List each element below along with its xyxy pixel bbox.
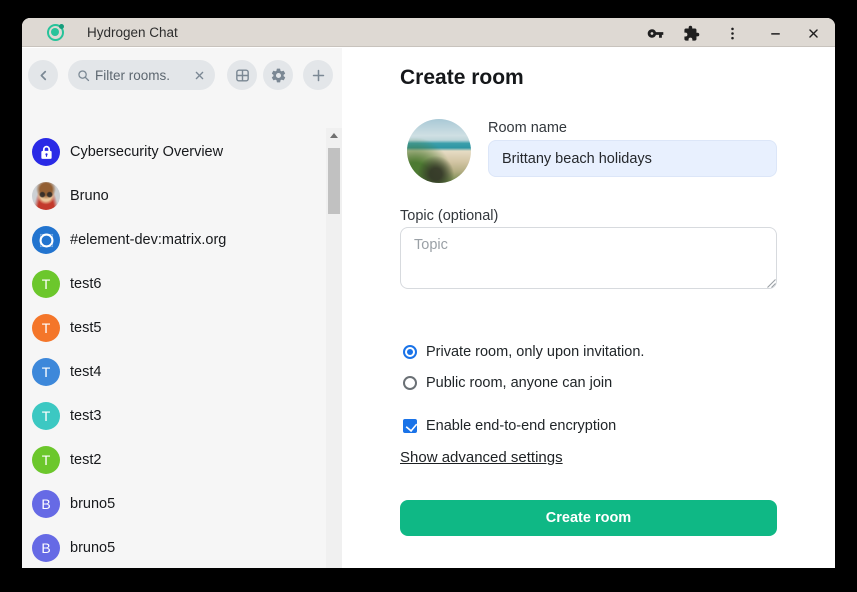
resize-handle-icon[interactable] (766, 278, 776, 288)
scrollbar-thumb[interactable] (328, 148, 340, 214)
element-logo-icon (37, 231, 56, 250)
create-room-plus-icon[interactable] (303, 60, 333, 90)
room-list-item[interactable]: #element-dev:matrix.org (22, 218, 326, 262)
create-room-button[interactable]: Create room (400, 500, 777, 536)
room-initial-avatar: T (32, 446, 60, 474)
room-name-label: test4 (70, 364, 101, 380)
room-name-label: test2 (70, 452, 101, 468)
room-name-label: Cybersecurity Overview (70, 144, 223, 160)
room-list-item[interactable]: Ttest5 (22, 306, 326, 350)
room-list-scrollbar[interactable] (326, 128, 342, 568)
extensions-puzzle-icon[interactable] (679, 21, 703, 45)
close-button[interactable] (801, 21, 825, 45)
room-initial-avatar: T (32, 402, 60, 430)
radio-private-room[interactable]: Private room, only upon invitation. (403, 344, 644, 360)
element-avatar (32, 226, 60, 254)
lock-icon (37, 143, 56, 162)
topic-textarea[interactable] (400, 227, 777, 289)
settings-gear-icon[interactable] (263, 60, 293, 90)
create-room-panel: Create room Room name Topic (optional) P… (342, 48, 835, 568)
room-list-item[interactable]: Ttest3 (22, 394, 326, 438)
filter-rooms-field[interactable] (68, 60, 215, 90)
filter-rooms-input[interactable] (91, 68, 192, 83)
room-list-item[interactable]: Cybersecurity Overview (22, 130, 326, 174)
room-list-item[interactable]: Bbruno5 (22, 482, 326, 526)
scroll-up-icon[interactable] (326, 128, 342, 142)
room-avatar-picker[interactable] (407, 119, 471, 183)
room-name-label: test5 (70, 320, 101, 336)
browser-menu-icon[interactable] (720, 21, 744, 45)
checkbox-icon[interactable] (403, 419, 417, 433)
page-title: Create room (400, 66, 524, 90)
room-list: Cybersecurity Overview Bruno #element-dev:… (22, 130, 326, 568)
titlebar: Hydrogen Chat (22, 18, 835, 47)
password-key-icon[interactable] (643, 21, 667, 45)
room-name-input[interactable] (488, 140, 777, 177)
room-initial-avatar: B (32, 490, 60, 518)
room-list-item[interactable]: Bruno (22, 174, 326, 218)
window-title: Hydrogen Chat (87, 18, 178, 47)
room-name-label: Room name (488, 120, 567, 136)
room-name-label: Bruno (70, 188, 109, 204)
encryption-label: Enable end-to-end encryption (426, 418, 616, 434)
topic-label: Topic (optional) (400, 208, 498, 224)
room-name-label: test3 (70, 408, 101, 424)
lock-avatar (32, 138, 60, 166)
radio-public-label: Public room, anyone can join (426, 375, 612, 391)
room-initial-avatar: B (32, 534, 60, 562)
radio-icon[interactable] (403, 376, 417, 390)
room-name-label: bruno5 (70, 496, 115, 512)
minimize-button[interactable] (763, 21, 787, 45)
radio-icon[interactable] (403, 345, 417, 359)
room-name-label: test6 (70, 276, 101, 292)
room-name-label: bruno5 (70, 540, 115, 556)
radio-private-label: Private room, only upon invitation. (426, 344, 644, 360)
encryption-checkbox-row[interactable]: Enable end-to-end encryption (403, 418, 616, 434)
app-window: Hydrogen Chat (22, 18, 835, 568)
radio-public-room[interactable]: Public room, anyone can join (403, 375, 612, 391)
room-list-item[interactable]: Bbruno5 (22, 526, 326, 568)
room-list-item[interactable]: Ttest4 (22, 350, 326, 394)
room-initial-avatar: T (32, 358, 60, 386)
room-initial-avatar: T (32, 314, 60, 342)
room-name-label: #element-dev:matrix.org (70, 232, 226, 248)
room-list-item[interactable]: Ttest6 (22, 262, 326, 306)
search-icon (76, 68, 91, 83)
room-initial-avatar: T (32, 270, 60, 298)
back-button[interactable] (28, 60, 58, 90)
hydrogen-logo-icon (47, 24, 64, 41)
sidebar: Cybersecurity Overview Bruno #element-dev:… (22, 48, 342, 568)
grid-view-icon[interactable] (227, 60, 257, 90)
show-advanced-settings-link[interactable]: Show advanced settings (400, 449, 563, 466)
person-avatar (32, 182, 60, 210)
clear-filter-icon[interactable] (192, 68, 207, 83)
room-list-item[interactable]: Ttest2 (22, 438, 326, 482)
